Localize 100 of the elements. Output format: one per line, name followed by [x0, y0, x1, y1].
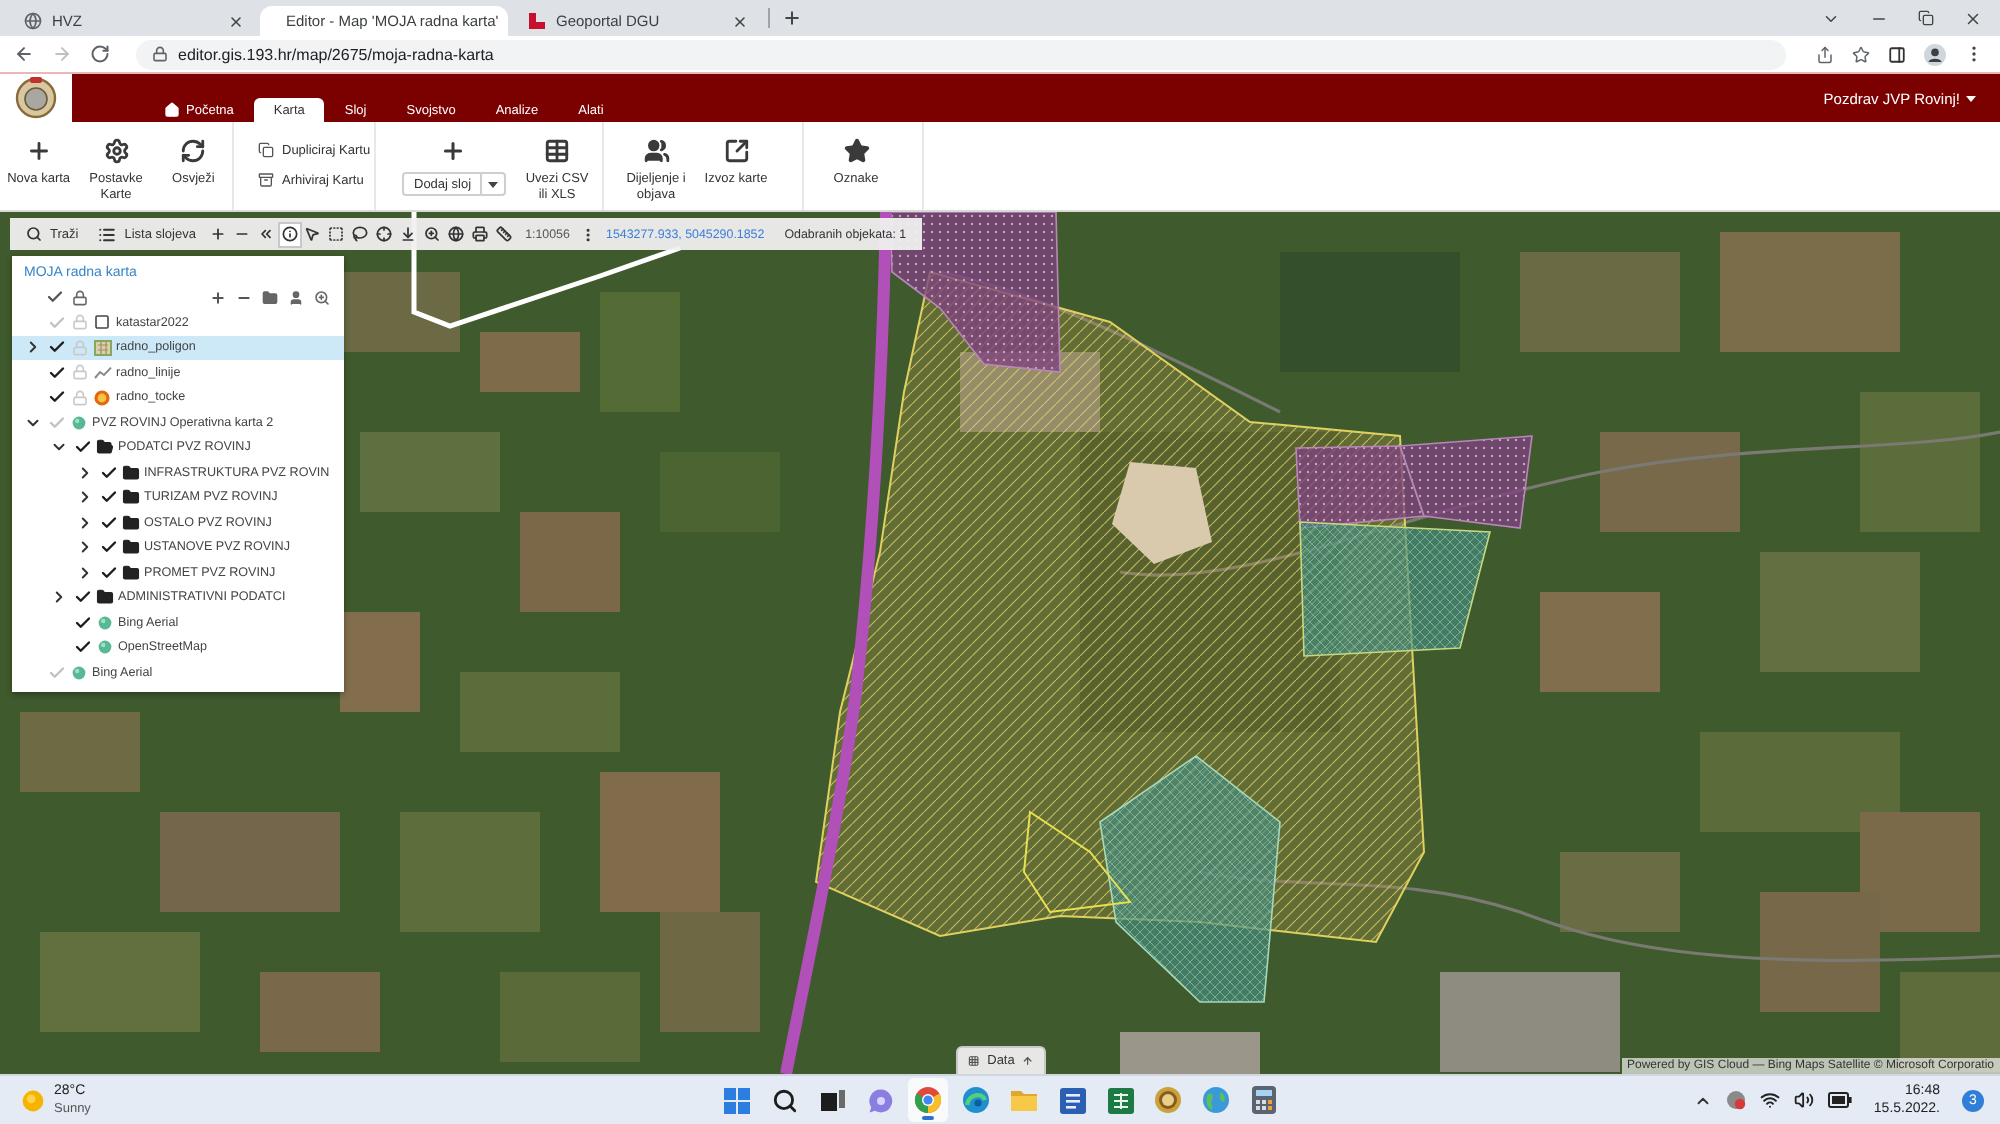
- folder-icon: [121, 538, 139, 557]
- download-icon: [400, 226, 417, 242]
- avatar-icon[interactable]: [1924, 43, 1946, 65]
- line-symbol-icon: [93, 365, 111, 380]
- plus-icon[interactable]: [210, 289, 226, 305]
- crosshair-icon: [376, 226, 393, 242]
- gear-icon: [103, 138, 129, 164]
- zoom-in-icon[interactable]: [314, 289, 330, 305]
- folder-open-icon: [95, 438, 113, 457]
- document-tile-icon: [1059, 1087, 1085, 1113]
- swirl-logo-icon: [962, 1086, 990, 1114]
- tool-button[interactable]: [491, 221, 516, 247]
- tool-button[interactable]: [277, 221, 302, 247]
- ruler-icon: [495, 226, 512, 242]
- dot-icon: [97, 615, 111, 630]
- folder-icon: [95, 588, 113, 607]
- close-icon[interactable]: [228, 13, 244, 29]
- layer-checkbox[interactable]: [99, 513, 117, 532]
- check-icon[interactable]: [46, 288, 64, 306]
- dot-icon: [71, 665, 85, 680]
- overlapping-squares-icon: [819, 1087, 845, 1113]
- back-icon[interactable]: [14, 44, 34, 64]
- close-icon[interactable]: [1964, 9, 1982, 27]
- layer-checkbox[interactable]: [99, 538, 117, 557]
- layer-checkbox[interactable]: [47, 313, 65, 332]
- info-icon: [281, 226, 298, 242]
- battery-icon[interactable]: [1827, 1092, 1852, 1108]
- star-icon: [843, 138, 869, 164]
- dashed-square-icon: [328, 226, 345, 242]
- layer-checkbox[interactable]: [73, 638, 91, 657]
- plus-icon[interactable]: [440, 138, 467, 164]
- copy-icon: [258, 142, 274, 158]
- folder-icon: [121, 563, 139, 582]
- spreadsheet-tile-icon: [1107, 1087, 1133, 1113]
- home-icon: [164, 102, 180, 118]
- wifi-icon[interactable]: [1759, 1090, 1780, 1110]
- pointer-icon: [304, 226, 321, 242]
- new-tab-icon[interactable]: [782, 8, 802, 28]
- refresh-icon: [180, 138, 207, 164]
- globe-icon: [447, 226, 464, 242]
- tool-button[interactable]: [420, 221, 444, 247]
- share-icon[interactable]: [1816, 45, 1834, 63]
- reload-icon[interactable]: [90, 44, 110, 64]
- layer-checkbox[interactable]: [99, 463, 117, 482]
- polygon-symbol-icon: [93, 339, 111, 356]
- folder-icon[interactable]: [262, 289, 278, 305]
- tool-button[interactable]: [443, 221, 468, 247]
- close-icon[interactable]: [732, 13, 748, 29]
- layer-checkbox[interactable]: [47, 388, 65, 407]
- printer-icon: [471, 226, 488, 242]
- grid-icon: [968, 1054, 980, 1068]
- four-squares-icon: [723, 1087, 749, 1113]
- folder-icon: [121, 463, 139, 482]
- url-text: editor.gis.193.hr/map/2675/moja-radna-karta: [178, 45, 494, 63]
- volume-icon[interactable]: [1793, 1090, 1814, 1110]
- plus-icon: [209, 226, 226, 242]
- star-icon[interactable]: [1852, 45, 1870, 63]
- lock-icon[interactable]: [72, 289, 88, 305]
- layer-checkbox[interactable]: [99, 488, 117, 507]
- tool-button[interactable]: [324, 221, 349, 247]
- folder-icon: [121, 488, 139, 507]
- layer-checkbox[interactable]: [73, 438, 91, 457]
- light-area: [1112, 462, 1212, 564]
- layer-checkbox[interactable]: [47, 338, 65, 357]
- lock-icon: [152, 46, 168, 62]
- caret-icon: [487, 181, 498, 187]
- layer-checkbox[interactable]: [73, 613, 91, 632]
- share-icon: [723, 138, 749, 164]
- side-panel-icon[interactable]: [1888, 45, 1906, 63]
- calculator-icon: [1252, 1086, 1276, 1114]
- tool-button[interactable]: [467, 221, 492, 247]
- dot-icon: [71, 415, 85, 430]
- address-field[interactable]: editor.gis.193.hr/map/2675/moja-radna-karta: [136, 39, 1786, 69]
- plus-icon: [25, 138, 52, 164]
- folder-icon: [1010, 1088, 1038, 1112]
- restore-icon[interactable]: [1918, 9, 1934, 25]
- tool-button[interactable]: [372, 221, 397, 247]
- search-icon: [26, 226, 42, 242]
- layer-checkbox[interactable]: [73, 588, 91, 607]
- layer-checkbox[interactable]: [47, 363, 65, 382]
- zoom-in-icon: [423, 226, 440, 242]
- status-app-icon[interactable]: [1725, 1090, 1746, 1110]
- dot-icon: [97, 640, 111, 655]
- globe-icon: [1202, 1086, 1230, 1114]
- ring-logo-icon: [914, 1086, 942, 1114]
- user-icon[interactable]: [288, 289, 304, 305]
- emblem-logo-icon[interactable]: [0, 74, 72, 122]
- table-icon: [544, 138, 571, 164]
- folder-icon: [121, 513, 139, 532]
- chat-bubble-icon: [867, 1087, 893, 1113]
- double-chevron-left-icon: [257, 226, 274, 242]
- tool-button[interactable]: [348, 221, 373, 247]
- arrow-up-icon: [1022, 1054, 1034, 1068]
- layer-checkbox[interactable]: [47, 663, 65, 682]
- users-icon: [643, 138, 669, 164]
- caret-icon: [1966, 95, 1976, 101]
- layer-checkbox[interactable]: [47, 413, 65, 432]
- list-icon: [98, 225, 117, 243]
- site-logo-icon: [528, 12, 546, 30]
- layer-checkbox[interactable]: [99, 563, 117, 582]
